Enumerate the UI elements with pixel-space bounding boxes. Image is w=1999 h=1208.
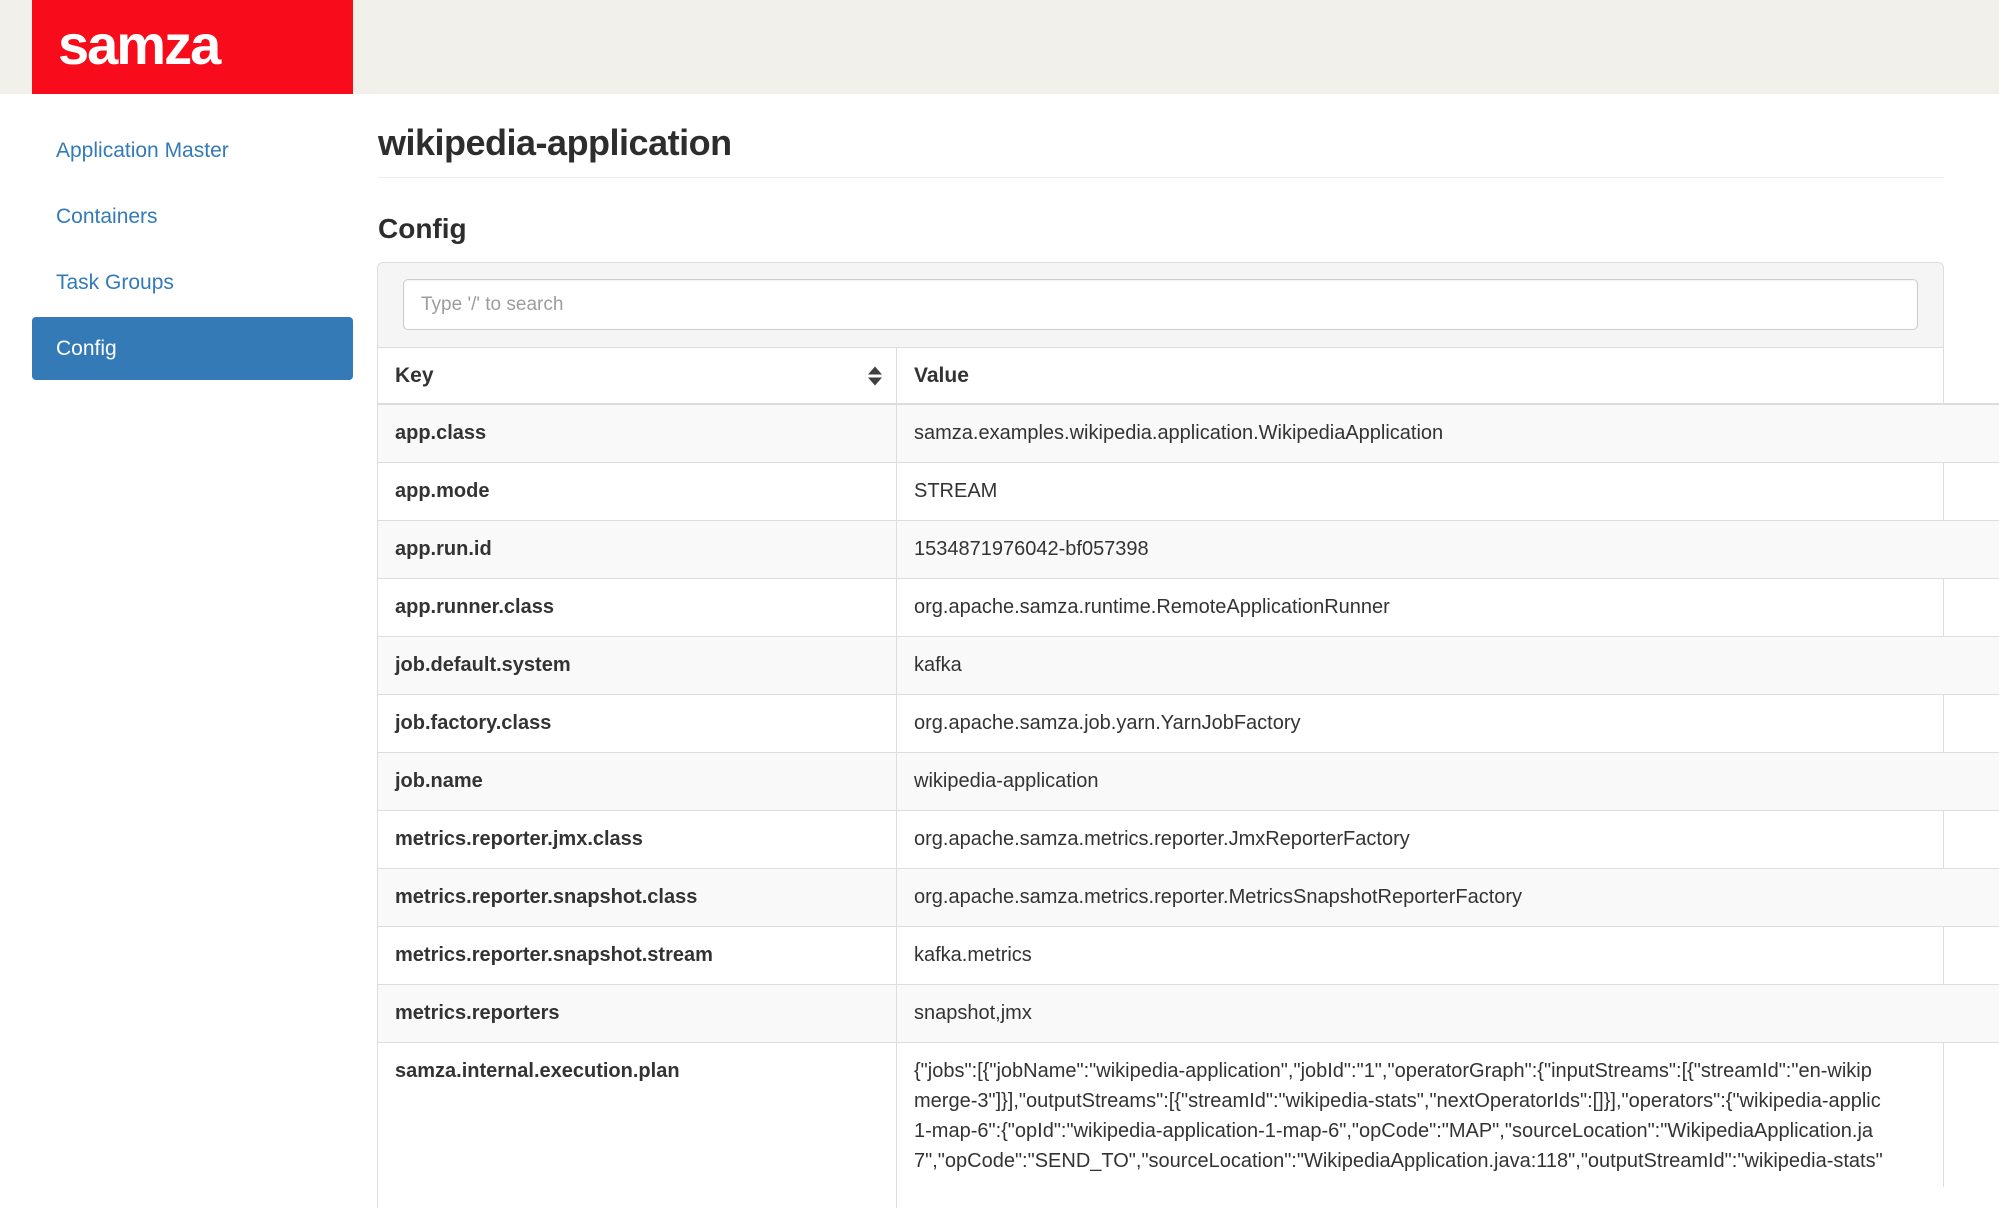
table-row: job.name wikipedia-application: [378, 753, 1999, 811]
column-header-key[interactable]: Key: [378, 348, 896, 403]
table-row: app.mode STREAM: [378, 463, 1999, 521]
title-divider: [378, 177, 1944, 178]
sidebar-item-application-master[interactable]: Application Master: [32, 119, 353, 182]
sidebar-item-task-groups[interactable]: Task Groups: [32, 251, 353, 314]
row-key: job.name: [378, 753, 896, 810]
table-header-row: Key Value: [378, 348, 1999, 405]
table-row: app.class samza.examples.wikipedia.appli…: [378, 405, 1999, 463]
sidebar-item-label: Containers: [56, 205, 158, 229]
row-value: org.apache.samza.job.yarn.YarnJobFactory: [896, 695, 1999, 752]
table-row: app.runner.class org.apache.samza.runtim…: [378, 579, 1999, 637]
table-row: metrics.reporter.jmx.class org.apache.sa…: [378, 811, 1999, 869]
row-value-execution-plan: {"jobs":[{"jobName":"wikipedia-applicati…: [896, 1043, 1999, 1208]
row-key: metrics.reporter.jmx.class: [378, 811, 896, 868]
table-row: job.factory.class org.apache.samza.job.y…: [378, 695, 1999, 753]
row-value: org.apache.samza.runtime.RemoteApplicati…: [896, 579, 1999, 636]
row-key: metrics.reporters: [378, 985, 896, 1042]
table-row: metrics.reporters snapshot,jmx: [378, 985, 1999, 1043]
samza-logo[interactable]: samza: [32, 0, 353, 94]
row-value: kafka: [896, 637, 1999, 694]
row-key: app.class: [378, 405, 896, 462]
table-row: job.default.system kafka: [378, 637, 1999, 695]
row-value: snapshot,jmx: [896, 985, 1999, 1042]
execution-plan-line: {"jobs":[{"jobName":"wikipedia-applicati…: [914, 1056, 1982, 1086]
config-panel-heading: [377, 262, 1944, 348]
row-key: metrics.reporter.snapshot.stream: [378, 927, 896, 984]
config-table: Key Value app.class samza.examples.wikip…: [377, 348, 1999, 1208]
sort-up-arrow-icon: [868, 366, 882, 374]
row-key: job.factory.class: [378, 695, 896, 752]
table-row: metrics.reporter.snapshot.stream kafka.m…: [378, 927, 1999, 985]
sidebar-item-label: Application Master: [56, 139, 229, 163]
sort-icon[interactable]: [868, 366, 882, 385]
sidebar-item-label: Config: [56, 337, 117, 361]
samza-logo-text: samza: [58, 17, 219, 77]
table-row: metrics.reporter.snapshot.class org.apac…: [378, 869, 1999, 927]
row-key: job.default.system: [378, 637, 896, 694]
table-row: app.run.id 1534871976042-bf057398: [378, 521, 1999, 579]
row-value: wikipedia-application: [896, 753, 1999, 810]
execution-plan-line: 1-map-6":{"opId":"wikipedia-application-…: [914, 1116, 1982, 1146]
sidebar-item-containers[interactable]: Containers: [32, 185, 353, 248]
row-value: 1534871976042-bf057398: [896, 521, 1999, 578]
sidebar-item-label: Task Groups: [56, 271, 174, 295]
sidebar-nav: Application Master Containers Task Group…: [32, 119, 353, 383]
search-input[interactable]: [403, 279, 1918, 330]
row-value: STREAM: [896, 463, 1999, 520]
row-value: org.apache.samza.metrics.reporter.JmxRep…: [896, 811, 1999, 868]
execution-plan-line: merge-3"]}],"outputStreams":[{"streamId"…: [914, 1086, 1982, 1116]
column-header-value-label: Value: [914, 364, 969, 388]
row-key: app.run.id: [378, 521, 896, 578]
config-section-heading: Config: [378, 213, 467, 245]
row-key: metrics.reporter.snapshot.class: [378, 869, 896, 926]
row-value: org.apache.samza.metrics.reporter.Metric…: [896, 869, 1999, 926]
row-value: kafka.metrics: [896, 927, 1999, 984]
sort-down-arrow-icon: [868, 377, 882, 385]
row-key: samza.internal.execution.plan: [378, 1043, 896, 1208]
page-title: wikipedia-application: [378, 122, 732, 164]
column-header-value[interactable]: Value: [896, 348, 1999, 403]
row-value: samza.examples.wikipedia.application.Wik…: [896, 405, 1999, 462]
table-row: samza.internal.execution.plan {"jobs":[{…: [378, 1043, 1999, 1208]
row-key: app.mode: [378, 463, 896, 520]
row-key: app.runner.class: [378, 579, 896, 636]
execution-plan-line: 7","opCode":"SEND_TO","sourceLocation":"…: [914, 1146, 1982, 1176]
column-header-key-label: Key: [395, 364, 434, 388]
sidebar-item-config[interactable]: Config: [32, 317, 353, 380]
